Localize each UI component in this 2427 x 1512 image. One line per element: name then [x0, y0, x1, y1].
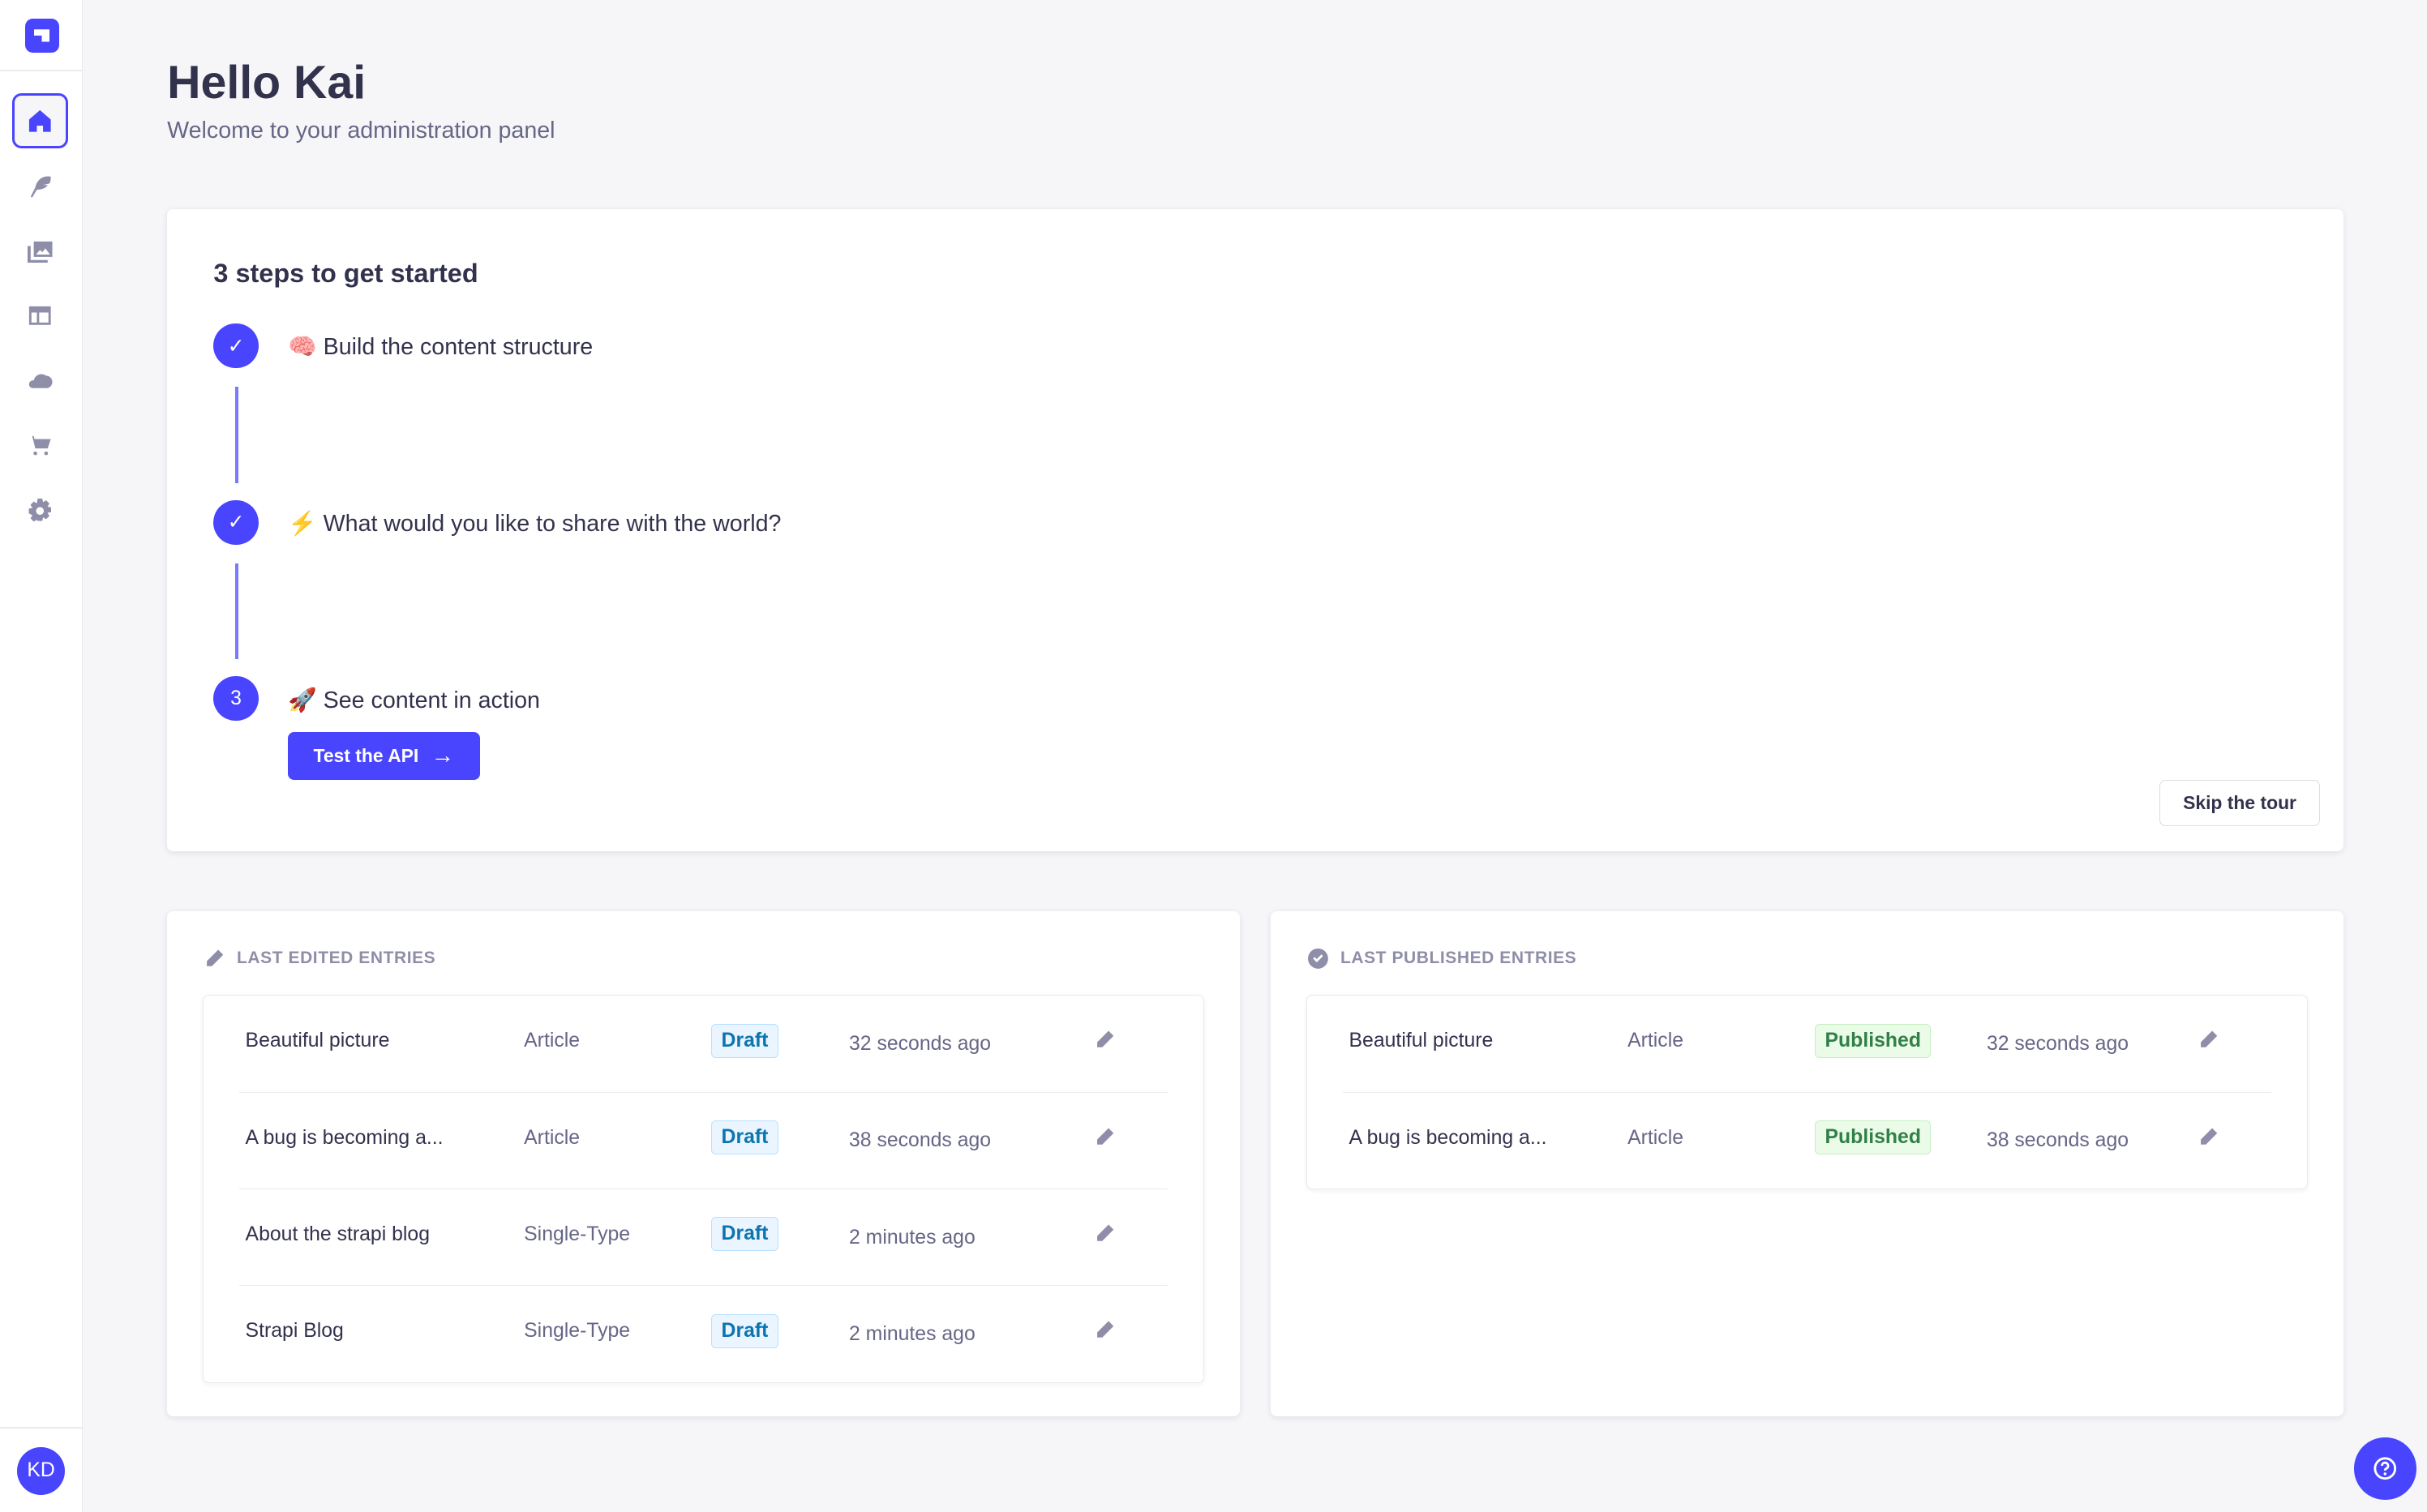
entry-type: Article: [1627, 1030, 1684, 1052]
page-title: Hello Kai: [167, 56, 367, 109]
button-label: Test the API: [313, 744, 419, 766]
status-badge: Draft: [711, 1023, 778, 1058]
entries-table: Beautiful picture Article Draft 32 secon…: [203, 995, 1205, 1383]
status-badge: Draft: [711, 1313, 778, 1348]
entry-time: 32 seconds ago: [1986, 1033, 2129, 1056]
gear-icon: [28, 498, 52, 522]
sidebar-item-marketplace[interactable]: [12, 418, 68, 473]
last-published-card: LAST PUBLISHED ENTRIES Beautiful picture…: [1271, 911, 2343, 1416]
layout-icon: [29, 306, 51, 325]
entry-type: Single-Type: [524, 1223, 631, 1246]
section-header: LAST PUBLISHED ENTRIES: [1307, 949, 1577, 969]
brain-icon: 🧠: [288, 334, 317, 361]
test-api-button[interactable]: Test the API →: [288, 731, 480, 781]
table-row[interactable]: A bug is becoming a... Article Draft 38 …: [238, 1093, 1168, 1190]
steps-title: 3 steps to get started: [213, 258, 478, 288]
step-2: ⚡ What would you like to share with the …: [288, 509, 781, 538]
step-connector: [235, 387, 238, 483]
edit-button[interactable]: [2198, 1127, 2220, 1149]
entry-time: 2 minutes ago: [848, 1323, 976, 1346]
entry-title: Beautiful picture: [1349, 1030, 1494, 1052]
table-row[interactable]: A bug is becoming a... Article Published…: [1343, 1093, 2271, 1189]
entry-time: 38 seconds ago: [848, 1129, 992, 1152]
last-edited-card: LAST EDITED ENTRIES Beautiful picture Ar…: [167, 911, 1240, 1416]
sidebar: KD: [0, 0, 84, 1512]
images-icon: [28, 241, 53, 263]
rocket-icon: 🚀: [288, 687, 317, 713]
status-badge: Draft: [711, 1120, 778, 1155]
check-circle-icon: [1307, 949, 1328, 969]
edit-button[interactable]: [1095, 1223, 1117, 1245]
feather-icon: [31, 176, 51, 198]
entry-type: Article: [524, 1030, 581, 1052]
table-row[interactable]: About the strapi blog Single-Type Draft …: [238, 1189, 1168, 1287]
pencil-icon: [1097, 1321, 1114, 1339]
check-icon: ✓: [213, 499, 259, 545]
home-icon: [29, 109, 51, 132]
step-3: 🚀 See content in action: [288, 686, 540, 714]
edit-button[interactable]: [1095, 1127, 1117, 1149]
sidebar-item-cloud[interactable]: [12, 353, 68, 409]
pencil-icon: [1097, 1030, 1114, 1048]
entry-title: About the strapi blog: [245, 1223, 431, 1246]
entry-title: A bug is becoming a...: [1349, 1126, 1547, 1149]
page-subtitle: Welcome to your administration panel: [167, 118, 555, 144]
entry-title: Beautiful picture: [245, 1030, 390, 1052]
lightning-icon: ⚡: [288, 510, 317, 537]
status-badge: Published: [1815, 1120, 1932, 1155]
section-title: LAST EDITED ENTRIES: [237, 949, 436, 968]
step-label: See content in action: [323, 687, 540, 713]
pencil-icon: [2201, 1128, 2218, 1145]
entry-title: A bug is becoming a...: [245, 1126, 444, 1149]
skip-tour-button[interactable]: Skip the tour: [2159, 780, 2321, 827]
section-header: LAST EDITED ENTRIES: [204, 949, 435, 969]
step-number: 3: [213, 676, 259, 722]
pencil-icon: [207, 949, 224, 966]
sidebar-item-content-manager[interactable]: [12, 158, 68, 214]
avatar[interactable]: KD: [16, 1446, 66, 1495]
pencil-icon: [1097, 1128, 1114, 1145]
pencil-icon: [1097, 1224, 1114, 1241]
cloud-icon: [29, 374, 53, 389]
table-row[interactable]: Beautiful picture Article Published 32 s…: [1342, 996, 2272, 1093]
table-row[interactable]: Beautiful picture Article Draft 32 secon…: [238, 996, 1168, 1093]
entry-time: 38 seconds ago: [1986, 1129, 2129, 1152]
step-label: Build the content structure: [323, 334, 594, 361]
cart-icon: [28, 436, 51, 456]
table-row[interactable]: Strapi Blog Single-Type Draft 2 minutes …: [239, 1286, 1168, 1381]
entry-time: 2 minutes ago: [848, 1226, 976, 1249]
entry-type: Single-Type: [524, 1320, 631, 1343]
sidebar-item-settings[interactable]: [12, 483, 68, 539]
question-icon: [2373, 1457, 2397, 1480]
help-button[interactable]: [2354, 1437, 2416, 1500]
entry-type: Article: [1627, 1126, 1684, 1149]
divider: [0, 69, 83, 71]
strapi-logo[interactable]: [24, 18, 59, 53]
check-icon: ✓: [213, 323, 259, 369]
sidebar-item-content-type-builder[interactable]: [12, 288, 68, 344]
entry-title: Strapi Blog: [245, 1320, 344, 1343]
status-badge: Draft: [711, 1217, 778, 1252]
entry-type: Article: [524, 1126, 581, 1149]
sidebar-item-media-library[interactable]: [12, 223, 68, 279]
sidebar-item-home[interactable]: [12, 92, 68, 149]
step-1: 🧠 Build the content structure: [288, 332, 593, 361]
onboarding-card: 3 steps to get started ✓ 🧠 Build the con…: [167, 208, 2343, 851]
arrow-right-icon: →: [431, 742, 455, 769]
edit-button[interactable]: [2198, 1030, 2220, 1052]
edit-button[interactable]: [1095, 1030, 1117, 1052]
step-connector: [235, 563, 238, 660]
entry-time: 32 seconds ago: [848, 1033, 992, 1056]
divider: [0, 1426, 83, 1428]
pencil-icon: [2201, 1030, 2218, 1048]
edit-button[interactable]: [1095, 1320, 1117, 1342]
entries-table: Beautiful picture Article Published 32 s…: [1306, 995, 2309, 1190]
step-label: What would you like to share with the wo…: [323, 510, 782, 537]
section-title: LAST PUBLISHED ENTRIES: [1340, 949, 1577, 968]
status-badge: Published: [1815, 1023, 1932, 1058]
